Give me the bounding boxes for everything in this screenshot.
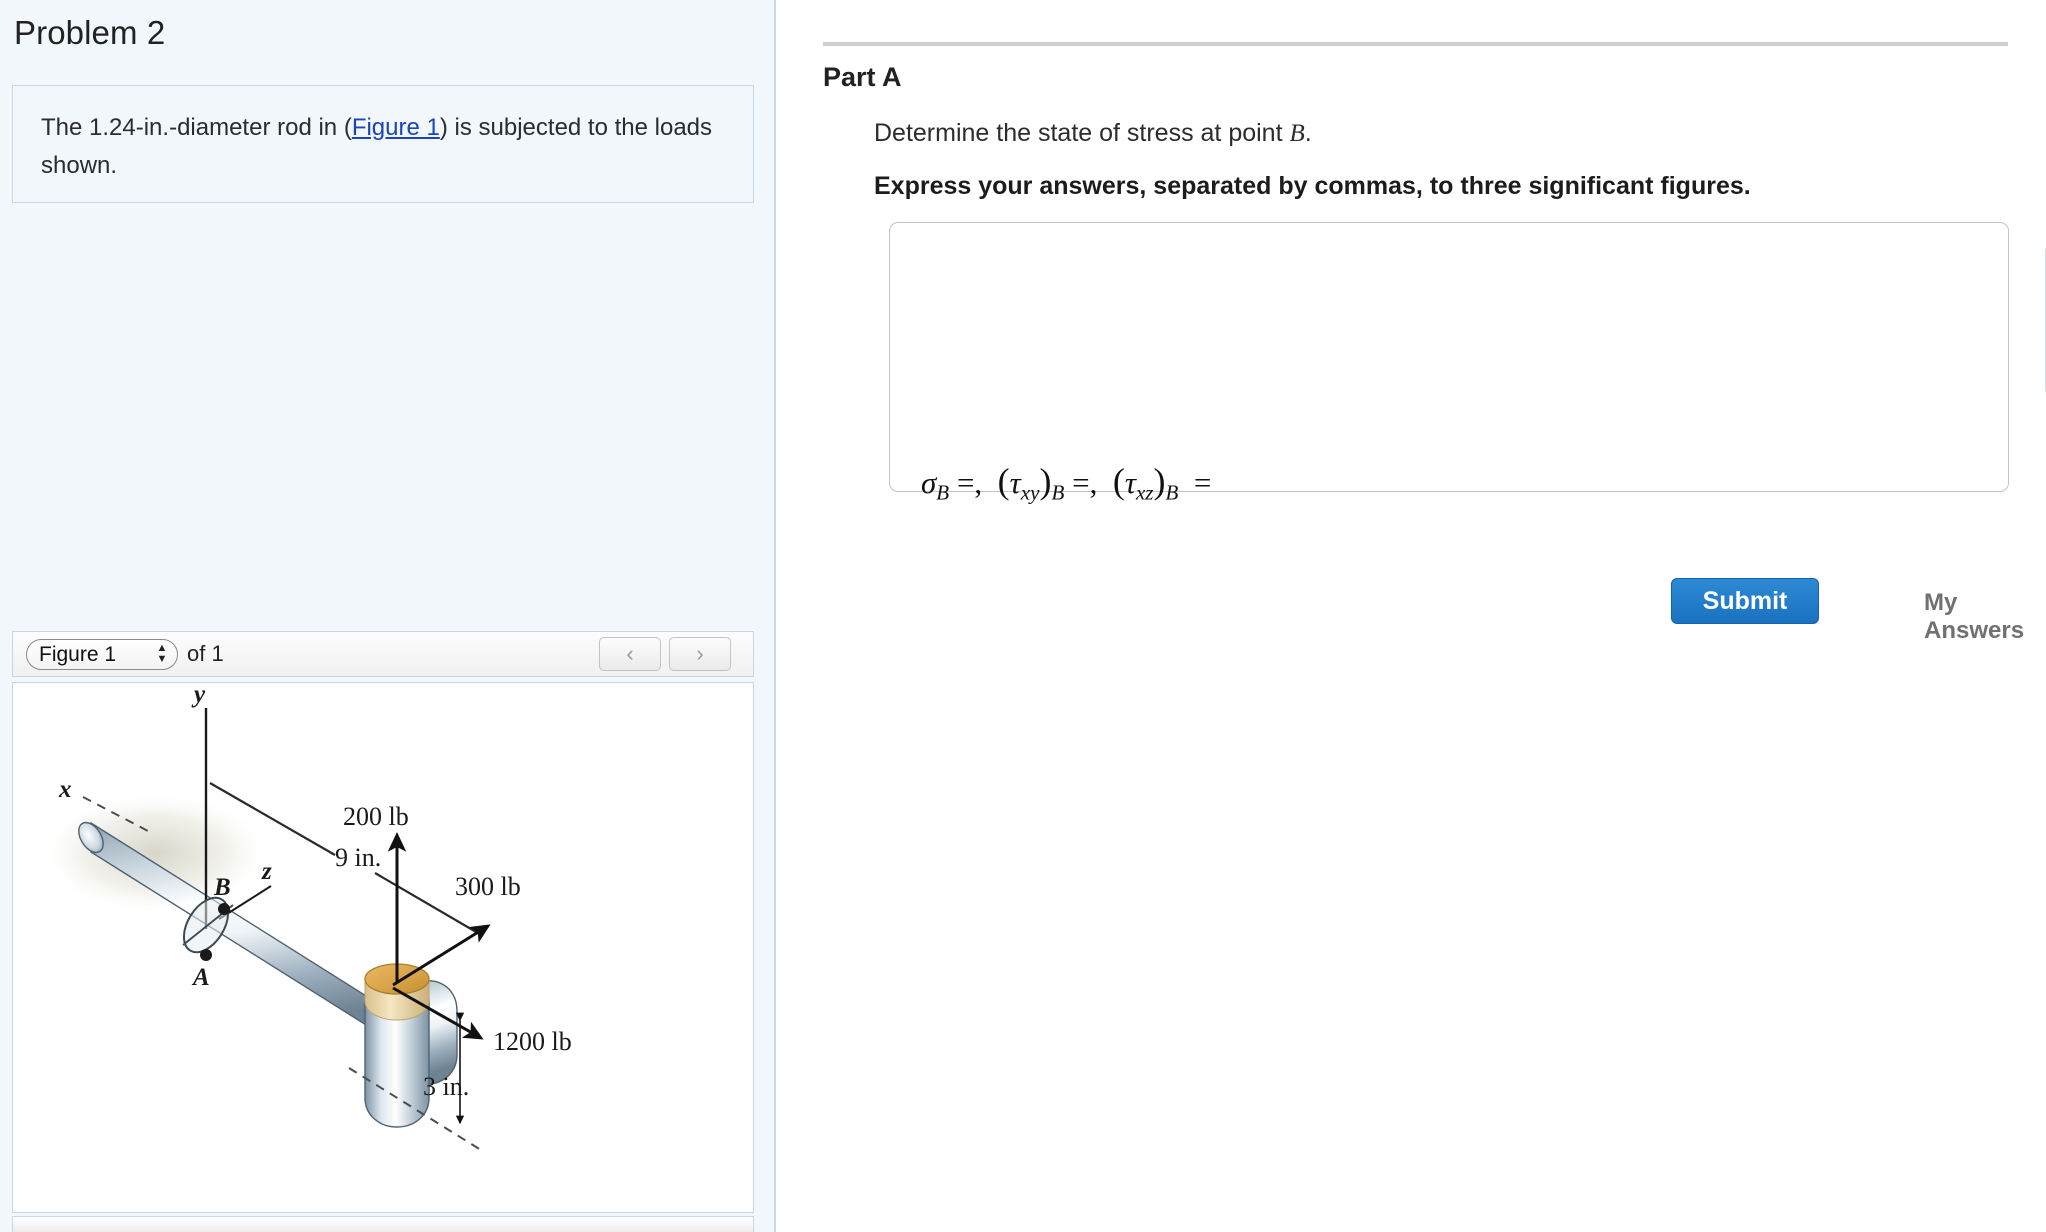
figure-image-canvas[interactable]: y x z B A 9 in. 200 lb 300 lb 1200 lb 3 … (12, 682, 754, 1213)
page-root: Problem 2 The 1.24-in.-diameter rod in (… (0, 0, 2046, 1232)
figure-select-wrapper: Figure 1 ▲ ▼ (26, 638, 178, 670)
submit-label: Submit (1702, 586, 1788, 615)
figure-count-label: of 1 (187, 641, 224, 666)
prompt-after: . (1304, 119, 1312, 147)
answer-equation-label: σB =, (τxy)B =, (τxz)B = (921, 461, 1212, 505)
figure-prev-button[interactable]: ‹ (599, 637, 661, 671)
point-a-label: A (191, 964, 210, 991)
left-problem-panel: Problem 2 The 1.24-in.-diameter rod in (… (0, 0, 776, 1232)
chevron-right-icon: › (696, 641, 704, 666)
force-1200-label: 1200 lb (493, 1027, 572, 1056)
x-axis-label: x (58, 776, 72, 803)
prompt-point-italic: B (1289, 120, 1305, 147)
dim-3in-label: 3 in. (423, 1072, 469, 1101)
figure-selector-bar: Figure 1 ▲ ▼ of 1 ‹ › (12, 631, 754, 677)
page-title: Problem 2 (14, 14, 166, 51)
vertical-stub (364, 963, 430, 1128)
submit-button[interactable]: Submit (1671, 578, 1819, 624)
answer-entry-panel (889, 222, 2009, 492)
part-a-title: Part A (823, 62, 902, 92)
dim-9in-label: 9 in. (335, 843, 381, 872)
figure-next-button[interactable]: › (669, 637, 731, 671)
point-a-marker (200, 949, 212, 961)
problem-statement-text: The 1.24-in.-diameter rod in (Figure 1) … (41, 109, 731, 185)
point-b-label: B (213, 874, 231, 901)
problem-statement-box: The 1.24-in.-diameter rod in (Figure 1) … (12, 85, 754, 203)
question-prompt: Determine the state of stress at point B… (874, 119, 1312, 148)
rod-loading-diagram: y x z B A 9 in. 200 lb 300 lb 1200 lb 3 … (37, 683, 572, 1151)
force-300-arrow (392, 924, 491, 987)
right-answer-panel: Part A Determine the state of stress at … (776, 0, 2046, 1232)
z-axis-label: z (261, 858, 272, 885)
chevron-left-icon: ‹ (626, 641, 634, 666)
point-b-marker (218, 903, 230, 915)
figure-1-link[interactable]: Figure 1 (352, 114, 440, 141)
force-300-label: 300 lb (455, 872, 521, 901)
answer-format-note: Express your answers, separated by comma… (874, 172, 1751, 200)
my-answers-link[interactable]: My Answers (1924, 589, 2046, 645)
y-axis-label: y (191, 683, 206, 708)
force-200-label: 200 lb (343, 802, 409, 831)
figure-footer-bar (12, 1216, 754, 1232)
figure-select[interactable]: Figure 1 (26, 638, 178, 670)
section-divider (823, 42, 2008, 46)
statement-prefix: The 1.24-in.-diameter rod in ( (41, 114, 352, 141)
prompt-before: Determine the state of stress at point (874, 119, 1290, 147)
